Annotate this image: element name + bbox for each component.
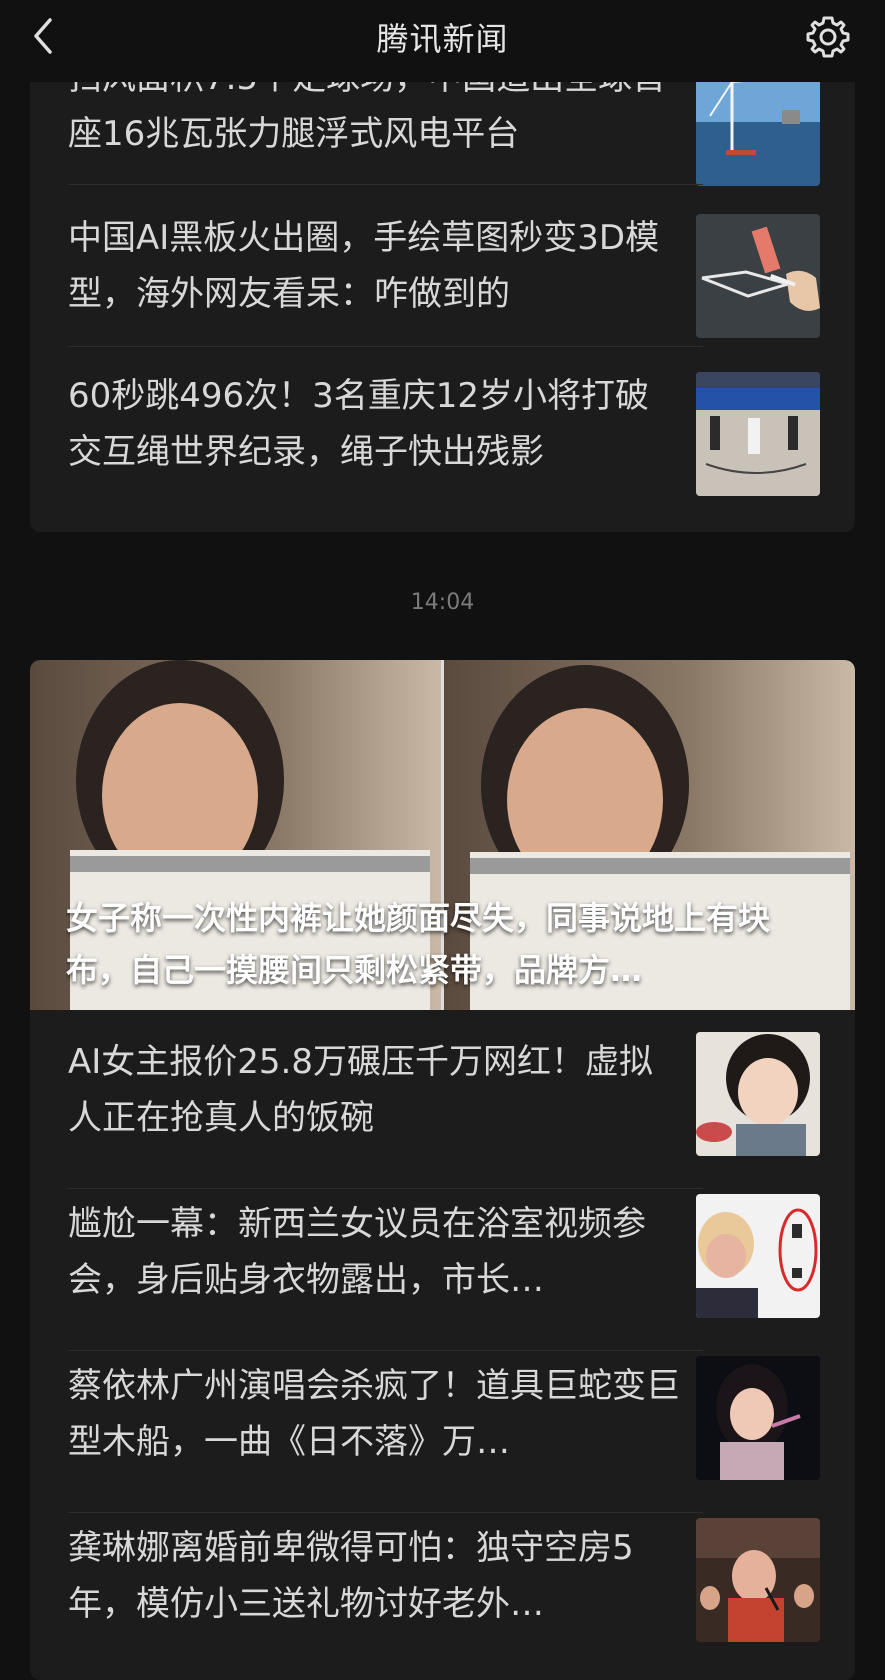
jump-rope-image bbox=[696, 372, 820, 496]
news-card-bottom: 女子称一次性内裤让她颜面尽失，同事说地上有块布，自己一摸腰间只剩松紧带，品牌方…… bbox=[30, 660, 855, 1680]
concert-singer-image bbox=[696, 1356, 820, 1480]
news-title: AI女主报价25.8万碾压千万网红！虚拟人正在抢真人的饭碗 bbox=[68, 1042, 653, 1138]
list-item[interactable]: 蔡依林广州演唱会杀疯了！道具巨蛇变巨型木船，一曲《日不落》万… bbox=[30, 1356, 855, 1508]
news-card-top: 扫风面积7.5个足球场，中国造出全球首座16兆瓦张力腿浮式风电平台 中国AI黑板… bbox=[30, 60, 855, 532]
divider bbox=[68, 1188, 703, 1189]
gear-icon bbox=[806, 16, 850, 58]
news-title: 60秒跳496次！3名重庆12岁小将打破交互绳世界纪录，绳子快出残影 bbox=[68, 376, 650, 472]
divider bbox=[68, 184, 703, 185]
video-call-image bbox=[696, 1194, 820, 1318]
news-title: 蔡依林广州演唱会杀疯了！道具巨蛇变巨型木船，一曲《日不落》万… bbox=[68, 1366, 680, 1462]
list-item[interactable]: 60秒跳496次！3名重庆12岁小将打破交互绳世界纪录，绳子快出残影 bbox=[30, 366, 855, 518]
list-item[interactable]: 尴尬一幕：新西兰女议员在浴室视频参会，身后贴身衣物露出，市长… bbox=[30, 1194, 855, 1346]
timestamp-label: 14:04 bbox=[410, 590, 475, 615]
page-title: 腾讯新闻 bbox=[376, 20, 509, 58]
divider bbox=[68, 346, 703, 347]
list-item[interactable]: 中国AI黑板火出圈，手绘草图秒变3D模型，海外网友看呆：咋做到的 bbox=[30, 208, 855, 360]
list-item[interactable]: 龚琳娜离婚前卑微得可怕：独守空房5年，模仿小三送礼物讨好老外… bbox=[30, 1518, 855, 1670]
hero-news-item[interactable]: 女子称一次性内裤让她颜面尽失，同事说地上有块布，自己一摸腰间只剩松紧带，品牌方… bbox=[30, 660, 855, 1010]
hero-title: 女子称一次性内裤让她颜面尽失，同事说地上有块布，自己一摸腰间只剩松紧带，品牌方… bbox=[66, 899, 771, 989]
singer-performance-image bbox=[696, 1518, 820, 1642]
divider bbox=[68, 1350, 703, 1351]
app-header: 腾讯新闻 bbox=[0, 0, 885, 82]
list-item[interactable]: AI女主报价25.8万碾压千万网红！虚拟人正在抢真人的饭碗 bbox=[30, 1032, 855, 1184]
news-title: 尴尬一幕：新西兰女议员在浴室视频参会，身后贴身衣物露出，市长… bbox=[68, 1204, 646, 1300]
virtual-human-image bbox=[696, 1032, 820, 1156]
settings-button[interactable] bbox=[805, 14, 851, 60]
blackboard-drawing-image bbox=[696, 214, 820, 338]
news-title: 中国AI黑板火出圈，手绘草图秒变3D模型，海外网友看呆：咋做到的 bbox=[68, 218, 660, 314]
divider bbox=[68, 1512, 703, 1513]
news-title: 龚琳娜离婚前卑微得可怕：独守空房5年，模仿小三送礼物讨好老外… bbox=[68, 1528, 634, 1624]
